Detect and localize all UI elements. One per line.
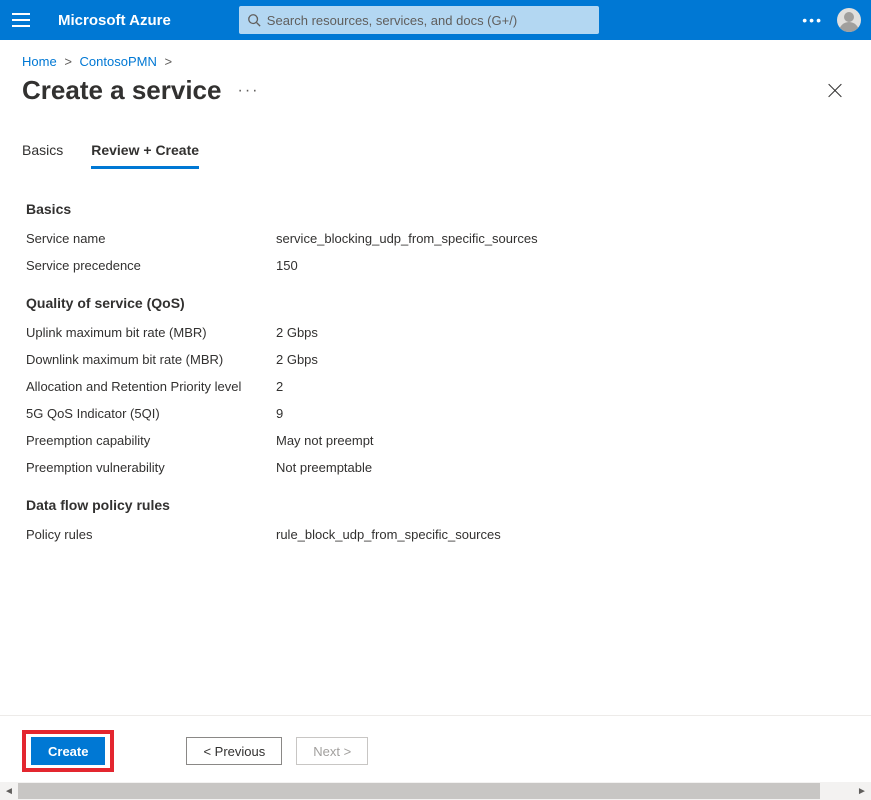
summary-panel: Basics Service nameservice_blocking_udp_…: [0, 169, 871, 556]
row-value: rule_block_udp_from_specific_sources: [276, 527, 501, 542]
more-icon[interactable]: •••: [802, 12, 823, 28]
scrollbar-track[interactable]: [18, 782, 853, 800]
row-value: 9: [276, 406, 283, 421]
scroll-right-icon[interactable]: ►: [853, 782, 871, 800]
summary-row: 5G QoS Indicator (5QI)9: [26, 400, 845, 427]
topbar-right: •••: [802, 8, 861, 32]
search-input[interactable]: Search resources, services, and docs (G+…: [239, 6, 599, 34]
tabs: Basics Review + Create: [0, 106, 871, 169]
breadcrumb-home[interactable]: Home: [22, 54, 57, 69]
row-key: Downlink maximum bit rate (MBR): [26, 352, 276, 367]
page-actions-icon[interactable]: ···: [237, 82, 259, 100]
section-heading-rules: Data flow policy rules: [26, 481, 845, 521]
row-key: Service precedence: [26, 258, 276, 273]
search-placeholder: Search resources, services, and docs (G+…: [267, 13, 517, 28]
search-icon: [247, 13, 261, 27]
top-bar: Microsoft Azure Search resources, servic…: [0, 0, 871, 40]
brand-logo[interactable]: Microsoft Azure: [58, 12, 171, 29]
highlight-box: Create: [22, 730, 114, 772]
footer: Create < Previous Next >: [0, 715, 871, 782]
close-icon[interactable]: [827, 83, 843, 99]
row-key: Allocation and Retention Priority level: [26, 379, 276, 394]
summary-row: Downlink maximum bit rate (MBR)2 Gbps: [26, 346, 845, 373]
summary-row: Preemption vulnerabilityNot preemptable: [26, 454, 845, 481]
row-key: Preemption vulnerability: [26, 460, 276, 475]
summary-row: Uplink maximum bit rate (MBR)2 Gbps: [26, 319, 845, 346]
row-key: Policy rules: [26, 527, 276, 542]
next-button: Next >: [296, 737, 368, 765]
summary-row: Allocation and Retention Priority level2: [26, 373, 845, 400]
section-heading-basics: Basics: [26, 193, 845, 225]
page-title: Create a service: [22, 75, 221, 106]
row-value: May not preempt: [276, 433, 374, 448]
scroll-left-icon[interactable]: ◄: [0, 782, 18, 800]
row-value: Not preemptable: [276, 460, 372, 475]
tab-basics[interactable]: Basics: [22, 142, 63, 169]
chevron-right-icon: >: [160, 54, 176, 69]
horizontal-scrollbar[interactable]: ◄ ►: [0, 782, 871, 800]
breadcrumb: Home > ContosoPMN >: [0, 40, 871, 75]
row-key: Uplink maximum bit rate (MBR): [26, 325, 276, 340]
chevron-right-icon: >: [60, 54, 76, 69]
row-value: 2 Gbps: [276, 352, 318, 367]
row-key: Service name: [26, 231, 276, 246]
summary-row: Policy rulesrule_block_udp_from_specific…: [26, 521, 845, 548]
title-row: Create a service ···: [0, 75, 871, 106]
row-value: 150: [276, 258, 298, 273]
summary-row: Service precedence150: [26, 252, 845, 279]
previous-button[interactable]: < Previous: [186, 737, 282, 765]
search-wrap: Search resources, services, and docs (G+…: [239, 6, 599, 34]
row-key: Preemption capability: [26, 433, 276, 448]
avatar[interactable]: [837, 8, 861, 32]
summary-row: Service nameservice_blocking_udp_from_sp…: [26, 225, 845, 252]
row-value: service_blocking_udp_from_specific_sourc…: [276, 231, 538, 246]
menu-icon[interactable]: [12, 13, 30, 27]
row-value: 2 Gbps: [276, 325, 318, 340]
create-button[interactable]: Create: [31, 737, 105, 765]
section-heading-qos: Quality of service (QoS): [26, 279, 845, 319]
breadcrumb-resource[interactable]: ContosoPMN: [80, 54, 157, 69]
scrollbar-thumb[interactable]: [18, 783, 820, 799]
summary-row: Preemption capabilityMay not preempt: [26, 427, 845, 454]
row-key: 5G QoS Indicator (5QI): [26, 406, 276, 421]
row-value: 2: [276, 379, 283, 394]
tab-review-create[interactable]: Review + Create: [91, 142, 199, 169]
